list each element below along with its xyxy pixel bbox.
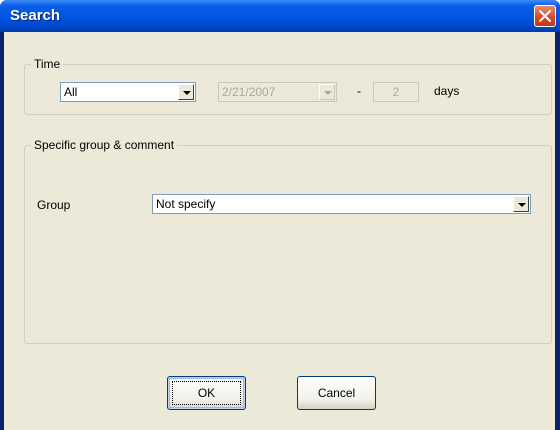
group-comment-groupbox: Specific group & comment Group Not speci… [24, 138, 552, 344]
group-select-value: Not specify [156, 197, 216, 211]
period-select-dropdown-button[interactable] [178, 84, 194, 100]
time-groupbox: Time All 2/21/2007 - 2 days [24, 57, 552, 115]
cancel-button[interactable]: Cancel [297, 376, 376, 410]
group-select[interactable]: Not specify [152, 194, 531, 214]
focus-rectangle [172, 381, 241, 405]
group-comment-legend: Specific group & comment [31, 138, 178, 152]
date-select-dropdown-button [319, 84, 335, 100]
days-label: days [434, 84, 460, 98]
search-dialog: Search Time All 2/21/2007 - 2 days Speci… [0, 0, 560, 430]
title-bar[interactable]: Search [0, 0, 560, 32]
chevron-down-icon [183, 91, 191, 95]
group-select-dropdown-button[interactable] [513, 196, 529, 212]
dialog-body: Time All 2/21/2007 - 2 days Specific gro… [4, 32, 555, 430]
chevron-down-icon [324, 91, 332, 95]
group-label: Group [37, 198, 71, 212]
chevron-down-icon [518, 203, 526, 207]
ok-button[interactable]: OK [167, 376, 246, 410]
cancel-button-label: Cancel [317, 386, 356, 400]
date-select: 2/21/2007 [218, 82, 337, 102]
window-title: Search [10, 7, 61, 24]
period-select[interactable]: All [60, 82, 196, 102]
time-legend: Time [31, 57, 64, 71]
days-input: 2 [373, 82, 419, 102]
close-icon [539, 10, 551, 22]
days-input-value: 2 [392, 85, 400, 99]
range-separator: - [357, 84, 361, 98]
date-select-value: 2/21/2007 [222, 85, 276, 99]
period-select-value: All [64, 85, 78, 99]
close-button[interactable] [534, 5, 556, 27]
